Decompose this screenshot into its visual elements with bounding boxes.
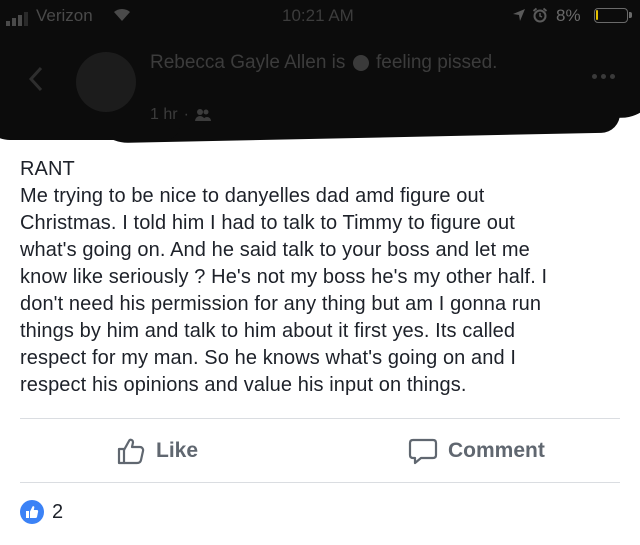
reactions-summary[interactable]: 2 [20,500,63,524]
feeling-emoji-icon [352,54,369,71]
comment-bubble-icon [408,438,438,465]
location-arrow-icon [513,9,525,21]
post-author-line: Rebecca Gayle Allen is feeling pissed. [150,52,497,74]
feeling-verb: is [331,52,346,73]
battery-icon [594,8,632,23]
comment-label: Comment [448,439,545,462]
battery-level [596,10,598,20]
thumbs-up-icon [117,438,145,465]
divider [20,482,620,483]
more-options-icon[interactable] [592,74,615,79]
like-reaction-icon [20,500,44,524]
like-button[interactable]: Like [116,432,198,470]
post-meta: 1 hr · [150,106,211,124]
avatar[interactable] [76,52,136,112]
back-chevron-icon[interactable] [28,66,44,92]
thumbs-up-icon [26,506,39,518]
comment-button[interactable]: Comment [408,432,545,470]
wifi-icon [114,8,130,21]
friends-icon [194,109,211,121]
post-timestamp[interactable]: 1 hr [150,106,178,124]
meta-separator: · [183,106,189,123]
redacted-header: Verizon 10:21 AM 8% Rebecca Gayle Allen … [0,0,640,150]
like-label: Like [156,439,199,462]
post-text: RANT Me trying to be nice to danyelles d… [20,158,548,396]
reaction-count: 2 [52,500,64,523]
battery-nub [629,12,632,18]
status-time: 10:21 AM [282,6,354,25]
feeling-text: feeling pissed. [375,52,498,73]
author-name[interactable]: Rebecca Gayle Allen [150,52,326,73]
divider [20,418,620,419]
battery-percent: 8% [556,6,581,25]
status-bar: Verizon 10:21 AM 8% [0,2,640,28]
signal-icon [6,12,28,26]
alarm-icon [532,7,548,23]
carrier-name: Verizon [36,6,93,25]
